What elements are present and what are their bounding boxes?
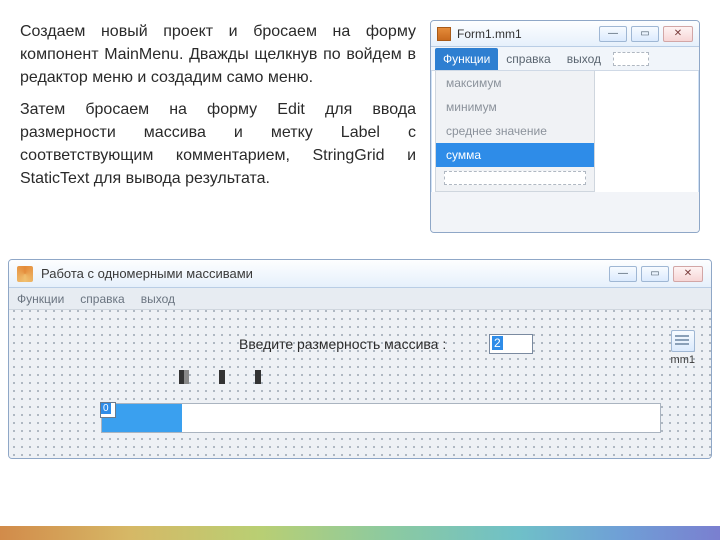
dropdown-item-sum[interactable]: сумма (436, 143, 594, 167)
dropdown-item-min[interactable]: минимум (436, 95, 594, 119)
menu-item-functions[interactable]: Функции (435, 48, 498, 70)
instruction-text: Создаем новый проект и бросаем на форму … (20, 20, 416, 198)
form-design-surface[interactable]: Функции справка выход Введите размерност… (9, 288, 711, 458)
array-size-edit[interactable]: 2 (489, 334, 533, 354)
mini-titlebar[interactable]: Form1.mm1 — ▭ ✕ (431, 21, 699, 47)
paragraph-1: Создаем новый проект и бросаем на форму … (20, 20, 416, 90)
menu-new-item-slot[interactable] (613, 52, 649, 66)
tick-icon (219, 370, 225, 384)
minimize-button[interactable]: — (599, 26, 627, 42)
paragraph-2: Затем бросаем на форму Edit для ввода ра… (20, 98, 416, 191)
big-minimize-button[interactable]: — (609, 266, 637, 282)
mini-client-area (431, 192, 699, 232)
dropdown-item-max[interactable]: максимум (436, 71, 594, 95)
delphi-icon (17, 266, 33, 282)
menu-editor-window: Form1.mm1 — ▭ ✕ Функции справка выход ма… (430, 20, 700, 233)
string-grid[interactable]: 0 (101, 403, 661, 433)
decorative-footer-gradient (0, 526, 720, 540)
grid-index-cell[interactable]: 0 (100, 402, 116, 418)
app-icon (437, 27, 451, 41)
big-close-button[interactable]: ✕ (673, 266, 703, 282)
functions-dropdown: максимум минимум среднее значение сумма (435, 71, 595, 192)
dropdown-new-item-slot[interactable] (444, 171, 586, 185)
mainmenu-icon (671, 330, 695, 352)
tick-icon (179, 370, 189, 384)
form-designer-window: Работа с одномерными массивами — ▭ ✕ Фун… (8, 259, 712, 459)
big-title: Работа с одномерными массивами (41, 266, 253, 281)
big-maximize-button[interactable]: ▭ (641, 266, 669, 282)
form-menu-exit[interactable]: выход (141, 292, 175, 306)
menu-item-exit[interactable]: выход (559, 48, 609, 70)
mainmenu-component[interactable]: mm1 (671, 330, 695, 366)
big-titlebar[interactable]: Работа с одномерными массивами — ▭ ✕ (9, 260, 711, 288)
dropdown-item-avg[interactable]: среднее значение (436, 119, 594, 143)
mini-menu-bar: Функции справка выход (431, 47, 699, 71)
form-menu-functions[interactable]: Функции (17, 292, 64, 306)
edit-value: 2 (492, 336, 503, 350)
close-button[interactable]: ✕ (663, 26, 693, 42)
tick-icon (255, 370, 261, 384)
maximize-button[interactable]: ▭ (631, 26, 659, 42)
mainmenu-caption: mm1 (671, 354, 695, 366)
array-size-label: Введите размерность массива : (239, 336, 446, 352)
mini-title: Form1.mm1 (457, 27, 522, 41)
selection-handles (179, 370, 261, 384)
form-menu-bar: Функции справка выход (9, 288, 711, 310)
menu-item-help[interactable]: справка (498, 48, 558, 70)
form-menu-help[interactable]: справка (80, 292, 124, 306)
